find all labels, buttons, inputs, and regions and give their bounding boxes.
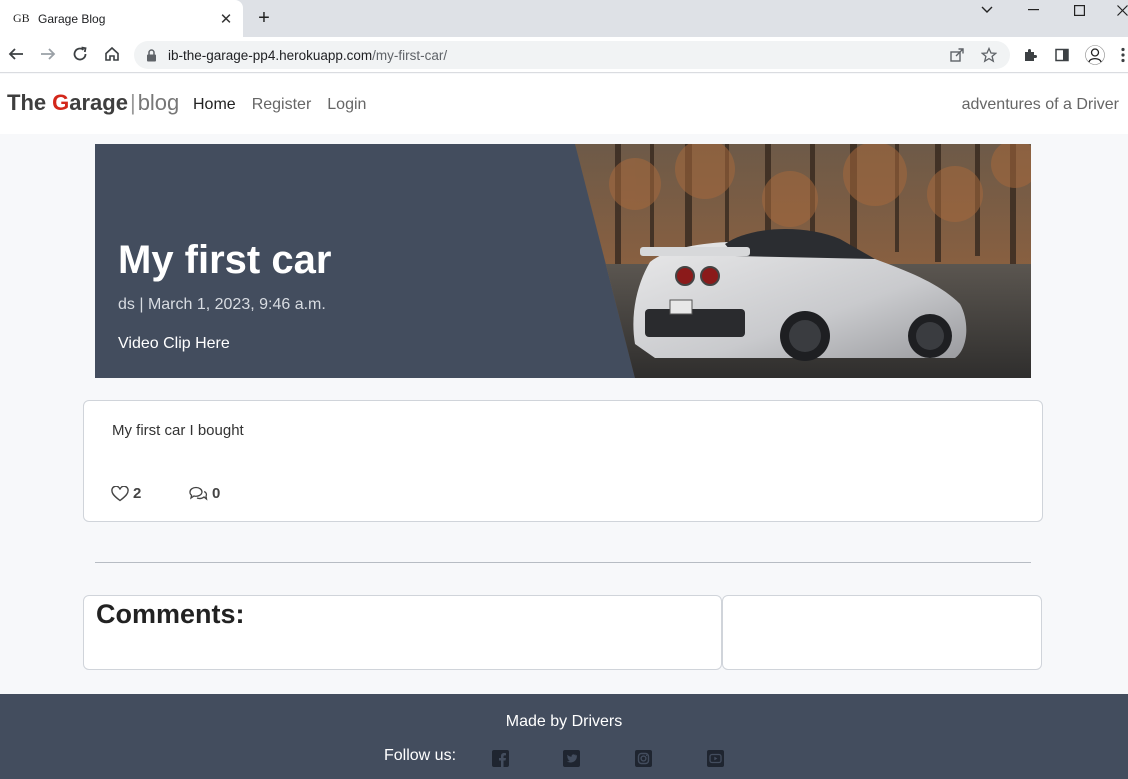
url-host: ib-the-garage-pp4.herokuapp.com — [168, 47, 373, 63]
site-navbar: The Garage | blog Home Register Login ad… — [0, 74, 1128, 134]
browser-tab[interactable]: GB Garage Blog ✕ — [0, 0, 243, 37]
reload-icon[interactable] — [69, 43, 91, 65]
forward-icon[interactable] — [37, 43, 59, 65]
brand-the: The — [7, 90, 47, 115]
tab-favicon: GB — [13, 11, 30, 25]
post-title: My first car — [118, 238, 332, 282]
footer-follow-label: Follow us: — [384, 747, 457, 764]
brand-logo[interactable]: The Garage | blog — [7, 90, 179, 116]
nav-links: Home Register Login — [193, 96, 366, 114]
share-icon[interactable] — [946, 44, 968, 66]
video-clip-link[interactable]: Video Clip Here — [118, 335, 230, 353]
brand-separator: | — [129, 90, 136, 115]
maximize-icon[interactable] — [1067, 0, 1091, 20]
like-count: 2 — [133, 485, 142, 502]
site-footer: Made by Drivers Follow us: — [0, 694, 1128, 779]
comments-section: Comments: — [83, 595, 722, 670]
post-featured-image — [575, 144, 1031, 378]
home-icon[interactable] — [101, 43, 123, 65]
back-icon[interactable] — [5, 43, 27, 65]
comment-count-indicator: 0 — [188, 485, 220, 502]
brand-blog: blog — [137, 90, 180, 115]
comment-form-panel — [722, 595, 1042, 670]
url-text: ib-the-garage-pp4.herokuapp.com/my-first… — [168, 48, 946, 63]
menu-kebab-icon[interactable] — [1112, 44, 1128, 66]
brand-arage: arage — [69, 90, 128, 115]
instagram-icon[interactable] — [634, 749, 652, 767]
side-panel-icon[interactable] — [1051, 44, 1073, 66]
browser-toolbar: ib-the-garage-pp4.herokuapp.com/my-first… — [0, 37, 1128, 73]
url-path: /my-first-car/ — [372, 47, 448, 63]
tab-close-icon[interactable]: ✕ — [215, 8, 237, 30]
address-bar[interactable]: ib-the-garage-pp4.herokuapp.com/my-first… — [134, 41, 1010, 69]
site-tagline: adventures of a Driver — [961, 96, 1119, 113]
lock-icon[interactable] — [144, 48, 158, 62]
post-hero: My first car ds | March 1, 2023, 9:46 a.… — [95, 144, 1031, 378]
minimize-icon[interactable] — [1021, 0, 1045, 20]
extensions-icon[interactable] — [1019, 44, 1041, 66]
comments-count: 0 — [212, 485, 221, 502]
profile-avatar-icon[interactable] — [1084, 44, 1106, 66]
youtube-icon[interactable] — [706, 749, 724, 767]
tab-search-icon[interactable] — [975, 0, 999, 20]
footer-made-by: Made by Drivers — [505, 713, 623, 730]
like-button[interactable]: 2 — [111, 485, 141, 502]
facebook-icon[interactable] — [491, 749, 509, 767]
post-meta: ds | March 1, 2023, 9:46 a.m. — [118, 296, 326, 313]
browser-tabstrip: GB Garage Blog ✕ + — [0, 0, 1128, 37]
post-body: My first car I bought — [112, 422, 244, 439]
post-content-card: My first car I bought 2 0 — [83, 400, 1043, 522]
twitter-icon[interactable] — [562, 749, 580, 767]
bookmark-star-icon[interactable] — [978, 44, 1000, 66]
comments-icon — [189, 486, 208, 501]
nav-login-link[interactable]: Login — [327, 96, 366, 114]
nav-register-link[interactable]: Register — [252, 96, 312, 114]
comments-heading: Comments: — [96, 599, 245, 629]
close-window-icon[interactable] — [1110, 0, 1128, 20]
nav-home-link[interactable]: Home — [193, 96, 236, 114]
section-divider — [95, 562, 1031, 563]
tab-title: Garage Blog — [38, 11, 106, 26]
new-tab-icon[interactable]: + — [253, 7, 275, 29]
brand-g: G — [52, 90, 70, 115]
heart-icon — [111, 485, 129, 501]
